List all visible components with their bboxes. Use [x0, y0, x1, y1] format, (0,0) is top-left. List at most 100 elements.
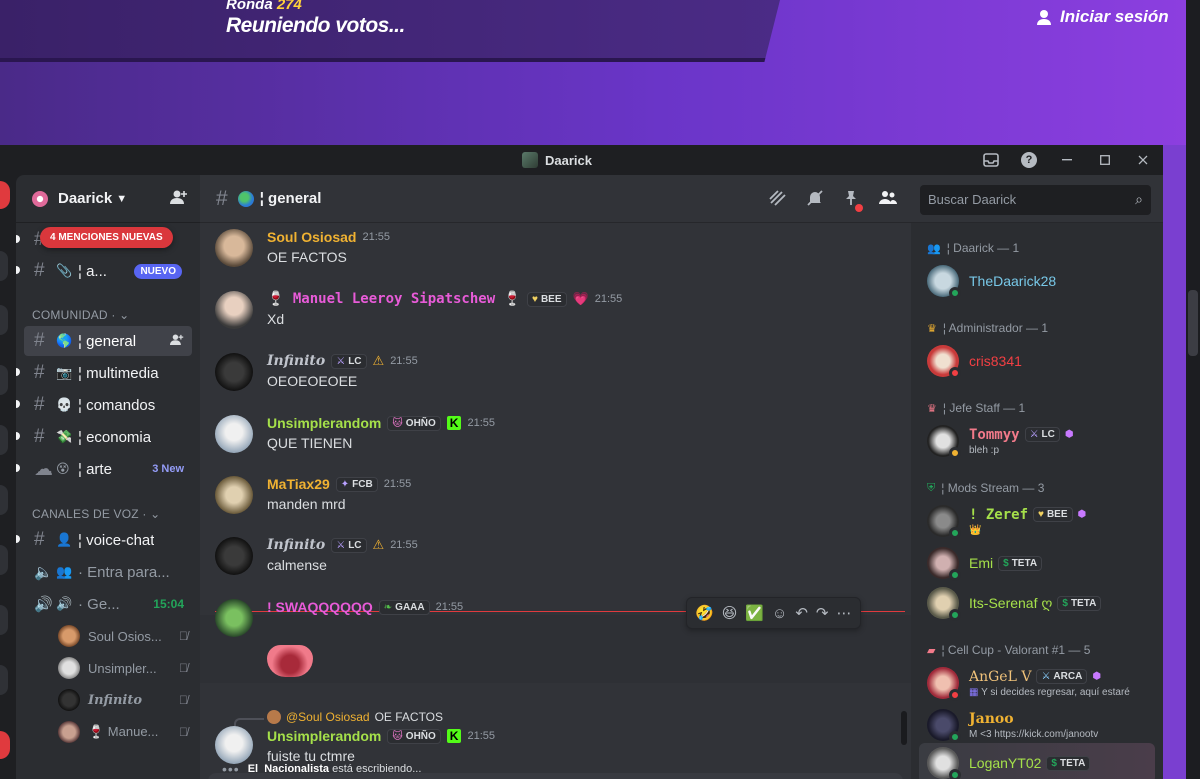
guild-tag[interactable]: ❧ GAAA [378, 599, 430, 615]
add-reaction-icon[interactable]: ☺ [772, 605, 787, 622]
category-voz[interactable]: CANALES DE VOZ · ⌄ [32, 507, 160, 521]
status-indicator [949, 287, 961, 299]
channel-item-arte[interactable]: ☁ 😵 ¦ arte 3 New [16, 454, 192, 484]
avatar[interactable] [215, 726, 253, 764]
guild-tag[interactable]: ⚔ ARCA [1036, 669, 1088, 684]
avatar[interactable] [215, 291, 253, 329]
reaction-grin-icon[interactable]: 😆 [722, 604, 738, 622]
reply-reference[interactable]: @Soul Osiosad OE FACTOS [267, 710, 443, 724]
member-item[interactable]: Janoo M <3 https://kick.com/janootv [919, 705, 1155, 745]
voice-user[interactable]: Infinito 🎙̸ [58, 686, 188, 714]
reply-icon[interactable]: ↶ [795, 604, 808, 622]
search-input[interactable]: Buscar Daarick ⌕ [920, 185, 1151, 215]
message-author[interactable]: Unsimplerandom [267, 728, 381, 744]
member-list-icon[interactable] [878, 190, 898, 211]
warning-icon: ⚠ [372, 353, 385, 368]
server-button[interactable] [0, 545, 8, 575]
channel-item-comandos[interactable]: # 💀 ¦ comandos [16, 390, 192, 420]
avatar[interactable] [215, 229, 253, 267]
server-button[interactable] [0, 251, 8, 281]
threads-icon[interactable] [768, 189, 788, 212]
message-author[interactable]: Infinito [267, 353, 325, 369]
server-button[interactable] [0, 665, 8, 695]
server-mention-badge[interactable] [0, 731, 10, 759]
member-item[interactable]: Its-Serenaf ღ $ TETA [919, 583, 1155, 623]
forward-icon[interactable]: ↷ [816, 604, 829, 622]
member-item[interactable]: ! Zeref ♥ BEE ⬢ 👑 [919, 501, 1155, 541]
channel-item-voice-chat[interactable]: # 👤 ¦ voice-chat [16, 525, 192, 555]
inbox-icon[interactable] [979, 150, 1003, 170]
guild-tag[interactable]: $ TETA [998, 555, 1043, 571]
more-options-icon[interactable]: ⋯ [837, 604, 852, 622]
message-author[interactable]: Unsimplerandom [267, 415, 381, 431]
page-scrollbar-thumb[interactable] [1188, 290, 1198, 356]
message-author[interactable]: ! SWAQQQQQQ [267, 599, 373, 615]
close-icon[interactable] [1131, 150, 1155, 170]
help-icon[interactable]: ? [1017, 150, 1041, 170]
guild-tag[interactable]: ♥ BEE [1033, 507, 1073, 522]
nitro-boost-icon: ⬢ [1064, 429, 1074, 440]
server-button[interactable] [0, 425, 8, 455]
member-item[interactable]: cris8341 [919, 341, 1155, 381]
minimize-icon[interactable] [1055, 150, 1079, 170]
server-button[interactable] [0, 485, 8, 515]
guild-tag[interactable]: 🐱 OHÑO [387, 415, 441, 431]
guild-tag[interactable]: ♥ BEE [527, 291, 567, 307]
message-author[interactable]: MaTiax29 [267, 476, 330, 492]
voice-user[interactable]: 🍷 Manue... 🎙̸ [58, 718, 188, 746]
avatar[interactable] [215, 599, 253, 637]
notifications-muted-icon[interactable] [806, 189, 824, 212]
sticker-image[interactable] [267, 645, 313, 677]
role-header: 👥 ¦ Daarick — 1 [927, 241, 1020, 255]
server-button[interactable] [0, 305, 8, 335]
member-item[interactable]: LoganYT02 $ TETA [919, 743, 1155, 779]
pin-icon[interactable] [842, 189, 863, 212]
voice-user[interactable]: Unsimpler... 🎙̸ [58, 654, 188, 682]
server-header[interactable]: Daarick ▼ [16, 175, 200, 223]
channel-item-multimedia[interactable]: # 📷 ¦ multimedia [16, 358, 192, 388]
channel-item-general[interactable]: # 🌎 ¦ general [24, 326, 192, 356]
new-mentions-pill[interactable]: 4 MENCIONES NUEVAS [40, 227, 173, 248]
member-item[interactable]: Emi $ TETA [919, 543, 1155, 583]
message-input[interactable] [208, 773, 903, 779]
maximize-icon[interactable] [1093, 150, 1117, 170]
channel-item-economia[interactable]: # 💸 ¦ economia [16, 422, 192, 452]
invite-icon[interactable] [170, 333, 184, 350]
guild-tag[interactable]: ⚔ LC [331, 537, 367, 553]
voice-user[interactable]: Soul Osios... 🎙̸ [58, 622, 188, 650]
member-item[interactable]: AnGeL V ⚔ ARCA ⬢ ▦ Y si decides regresar, a… [919, 663, 1155, 703]
server-button[interactable] [0, 365, 8, 395]
message-author[interactable]: Infinito [267, 537, 325, 553]
guild-tag[interactable]: $ TETA [1046, 755, 1091, 771]
page-scrollbar[interactable] [1186, 0, 1200, 779]
guild-tag[interactable]: ✦ FCB [335, 476, 378, 492]
reaction-laugh-icon[interactable]: 🤣 [695, 604, 714, 622]
avatar[interactable] [215, 476, 253, 514]
chevron-down-icon: ▼ [116, 192, 128, 205]
chat-scrollbar-thumb[interactable] [901, 711, 907, 745]
message-timestamp: 21:55 [362, 231, 390, 243]
avatar[interactable] [215, 353, 253, 391]
member-item[interactable]: Tommyy ⚔ LC ⬢ bleh :p [919, 421, 1155, 461]
channel-item-announcements[interactable]: # 📎 ¦ a... NUEVO [16, 256, 192, 286]
message-author[interactable]: 🍷 Manuel Leeroy Sipatschew 🍷 [267, 291, 521, 307]
voice-channel-general[interactable]: 🔊 🔊 · Ge... 15:04 [24, 589, 192, 619]
avatar[interactable] [215, 537, 253, 575]
nitro-boost-icon: ⬢ [1077, 509, 1087, 520]
reaction-check-icon[interactable]: ✅ [745, 604, 764, 622]
voice-channel-entra[interactable]: 🔈 👥 · Entra para... [24, 557, 192, 587]
server-button[interactable] [0, 605, 8, 635]
hash-icon: # [34, 394, 45, 415]
guild-tag[interactable]: ⚔ LC [331, 353, 367, 369]
avatar[interactable] [215, 415, 253, 453]
heart-icon: ♥ [532, 293, 538, 305]
guild-tag[interactable]: ⚔ LC [1024, 427, 1060, 442]
login-button[interactable]: Iniciar sesión [1036, 7, 1169, 27]
guild-tag[interactable]: 🐱 OHÑO [387, 728, 441, 744]
category-comunidad[interactable]: COMUNIDAD · ⌄ [32, 308, 129, 322]
server-mention-badge[interactable] [0, 181, 10, 209]
message-author[interactable]: Soul Osiosad [267, 229, 356, 245]
invite-people-icon[interactable] [170, 189, 188, 209]
member-item[interactable]: TheDaarick28 [919, 261, 1155, 301]
guild-tag[interactable]: $ TETA [1057, 595, 1102, 611]
